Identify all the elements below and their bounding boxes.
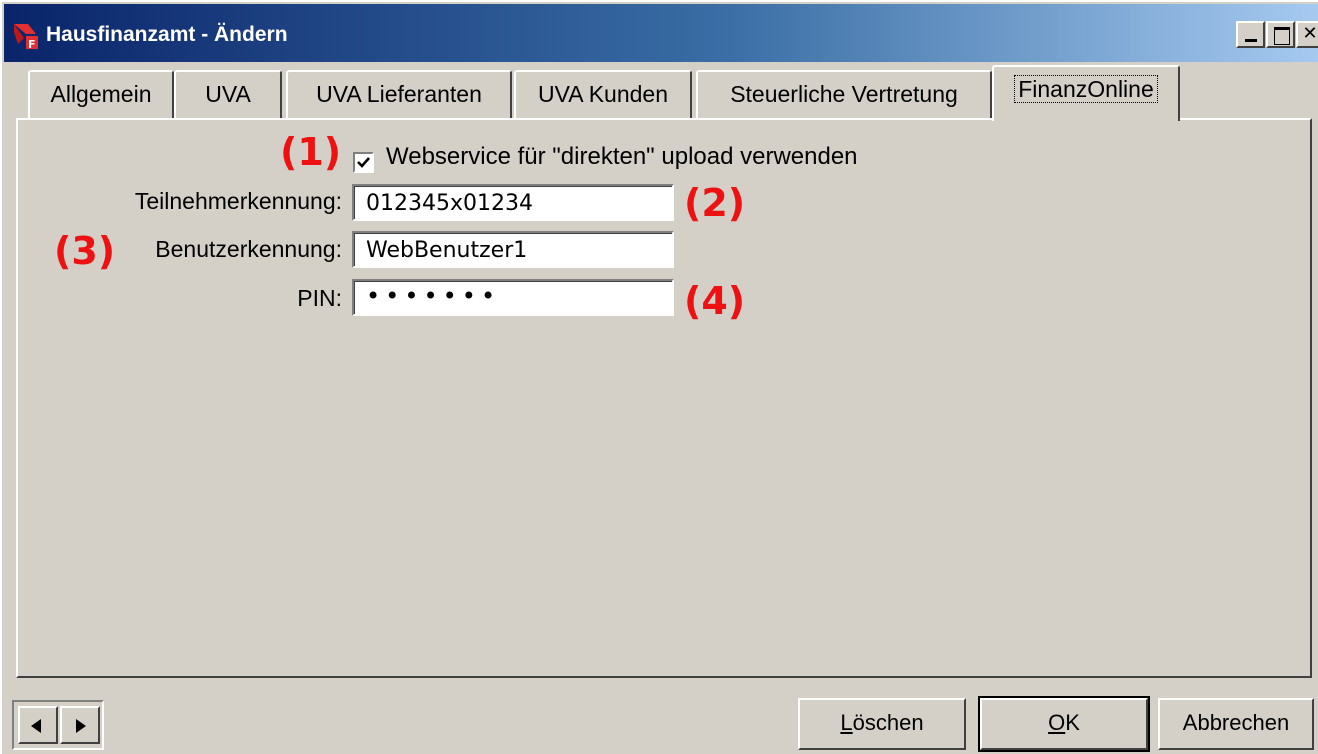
record-navigator bbox=[12, 700, 104, 750]
benutzer-field[interactable]: WebBenutzer1 bbox=[352, 231, 674, 268]
annotation-3: (3) bbox=[54, 229, 116, 273]
tab-uva[interactable]: UVA bbox=[174, 70, 282, 118]
ok-button[interactable]: OK bbox=[978, 696, 1150, 752]
tab-steuerliche-vertretung[interactable]: Steuerliche Vertretung bbox=[696, 70, 992, 118]
tab-finanzonline[interactable]: FinanzOnline bbox=[992, 65, 1180, 121]
next-record-button[interactable] bbox=[60, 706, 100, 744]
dialog-window: F Hausfinanzamt - Ändern ✕ Allgemein UVA… bbox=[0, 0, 1318, 754]
close-icon: ✕ bbox=[1302, 23, 1318, 44]
annotation-1: (1) bbox=[280, 130, 342, 174]
maximize-button[interactable] bbox=[1266, 21, 1295, 48]
minimize-button[interactable] bbox=[1236, 21, 1265, 48]
close-button[interactable]: ✕ bbox=[1296, 21, 1318, 48]
webservice-checkbox-label[interactable]: Webservice für "direkten" upload verwend… bbox=[386, 143, 858, 171]
previous-record-button[interactable] bbox=[18, 706, 58, 744]
arrow-left-icon bbox=[31, 719, 41, 733]
pin-label: PIN: bbox=[297, 285, 342, 311]
tab-uva-kunden[interactable]: UVA Kunden bbox=[514, 70, 692, 118]
annotation-4: (4) bbox=[684, 279, 746, 323]
cancel-button[interactable]: Abbrechen bbox=[1158, 698, 1314, 750]
svg-text:F: F bbox=[28, 38, 36, 50]
tab-uva-lieferanten[interactable]: UVA Lieferanten bbox=[286, 70, 512, 118]
delete-button[interactable]: Löschen bbox=[798, 698, 966, 750]
teilnehmer-label: Teilnehmerkennung: bbox=[134, 188, 342, 214]
teilnehmer-field[interactable]: 012345x01234 bbox=[352, 184, 674, 221]
webservice-checkbox[interactable] bbox=[353, 152, 374, 173]
tab-allgemein[interactable]: Allgemein bbox=[28, 70, 174, 118]
window-title: Hausfinanzamt - Ändern bbox=[46, 23, 288, 46]
checkmark-icon bbox=[357, 157, 370, 168]
app-logo-icon: F bbox=[14, 24, 38, 50]
pin-field[interactable]: ••••••• bbox=[352, 279, 674, 316]
arrow-right-icon bbox=[76, 719, 86, 733]
title-bar[interactable]: F Hausfinanzamt - Ändern ✕ bbox=[4, 4, 1318, 62]
benutzer-label: Benutzerkennung: bbox=[155, 236, 342, 262]
annotation-2: (2) bbox=[684, 181, 746, 225]
